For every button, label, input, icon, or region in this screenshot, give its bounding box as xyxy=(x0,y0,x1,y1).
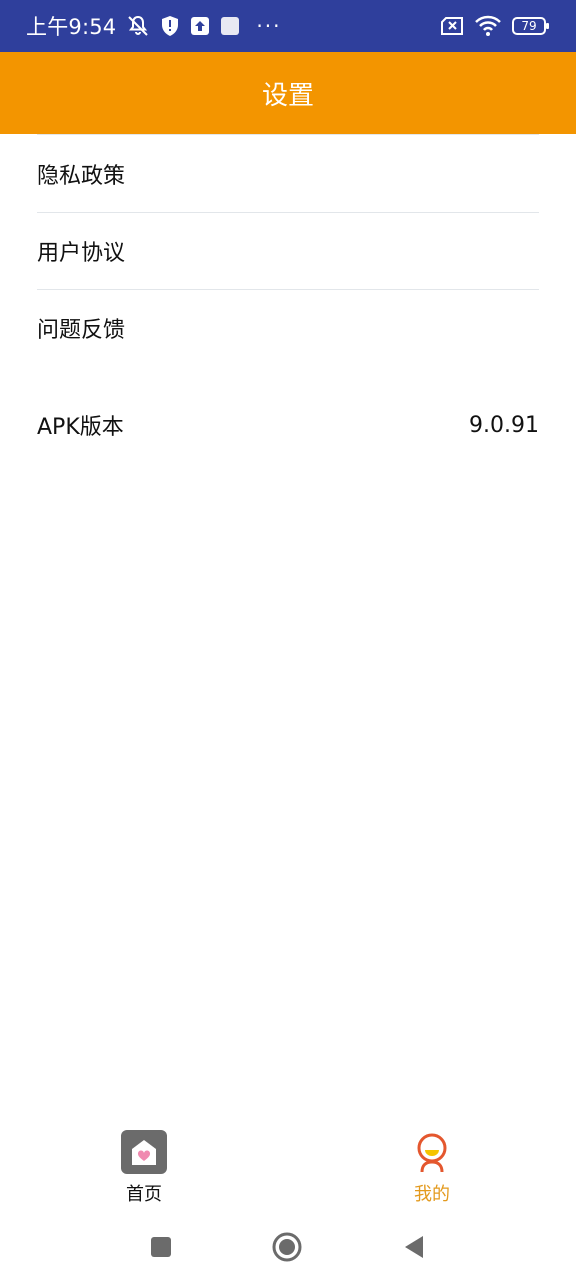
feedback-label: 问题反馈 xyxy=(37,318,126,343)
apk-version-label: APK版本 xyxy=(37,415,124,440)
more-dots-icon: ··· xyxy=(256,14,282,38)
app-square-icon xyxy=(220,16,240,36)
upload-icon xyxy=(190,16,210,36)
tab-mine-label: 我的 xyxy=(414,1184,450,1205)
home-nav-button[interactable] xyxy=(270,1230,304,1264)
tab-home[interactable]: 首页 xyxy=(84,1130,204,1212)
page-title: 设置 xyxy=(261,80,314,111)
privacy-policy-label: 隐私政策 xyxy=(37,164,126,189)
home-icon xyxy=(121,1130,167,1178)
recents-button[interactable] xyxy=(144,1230,178,1264)
status-time: 上午9:54 xyxy=(26,15,117,39)
back-button[interactable] xyxy=(396,1230,430,1264)
tab-mine[interactable]: 我的 xyxy=(372,1130,492,1212)
muted-bell-icon xyxy=(126,14,150,38)
app-bar: 设置 xyxy=(0,52,576,134)
apk-version-value: 9.0.91 xyxy=(469,412,539,438)
profile-icon xyxy=(410,1130,454,1178)
apk-version-row: APK版本 9.0.91 xyxy=(37,387,539,463)
shield-icon xyxy=(160,15,180,37)
tab-home-label: 首页 xyxy=(126,1184,162,1205)
system-nav-bar xyxy=(0,1212,576,1280)
feedback-row[interactable]: 问题反馈 xyxy=(37,290,539,366)
wifi-icon xyxy=(474,15,502,37)
user-agreement-row[interactable]: 用户协议 xyxy=(37,213,539,289)
privacy-policy-row[interactable]: 隐私政策 xyxy=(37,136,539,212)
status-bar: 上午9:54 ··· 79 xyxy=(0,0,576,52)
divider xyxy=(37,134,539,135)
no-sim-icon xyxy=(440,17,464,35)
battery-icon: 79 xyxy=(512,16,550,36)
battery-level: 79 xyxy=(521,19,537,33)
bottom-nav: 首页 我的 xyxy=(0,1130,576,1212)
user-agreement-label: 用户协议 xyxy=(37,241,126,266)
